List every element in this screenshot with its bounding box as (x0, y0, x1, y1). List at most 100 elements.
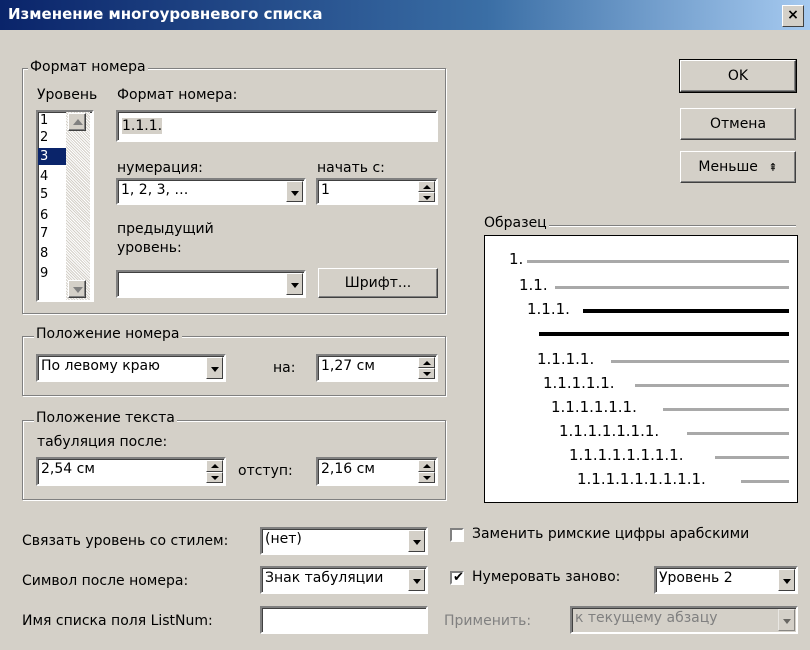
apply-label: Применить: (444, 613, 532, 629)
format-value: 1.1.1. (122, 118, 163, 134)
font-button[interactable]: Шрифт... (318, 268, 438, 298)
number-align-value: По левому краю (41, 358, 160, 374)
apply-dropdown[interactable]: к текущему абзацу (570, 606, 798, 634)
less-button-label: Меньше (698, 159, 758, 175)
preview-label: 1.1.1.1.1. (543, 374, 615, 392)
cancel-button[interactable]: Отмена (680, 108, 796, 140)
preview-line (611, 360, 789, 363)
start-spin-buttons[interactable] (418, 181, 435, 202)
replace-roman-checkbox[interactable] (450, 528, 464, 542)
numbering-label-text: нумерация: (117, 160, 203, 176)
at-label: на: (273, 360, 296, 376)
scroll-down-button[interactable] (68, 280, 86, 298)
preview-label: 1.1.1.1. (537, 350, 595, 368)
start-spinner[interactable]: 1 (316, 178, 438, 205)
close-button[interactable]: × (782, 5, 804, 27)
format-label: Формат номера: (117, 87, 238, 103)
chevron-down-icon[interactable] (286, 181, 303, 202)
preview-label: 1.1.1.1.1.1.1. (559, 422, 660, 440)
chevron-down-icon[interactable] (778, 609, 795, 631)
preview-label: 1.1.1. (527, 300, 570, 318)
spin-down-icon[interactable] (418, 471, 435, 483)
preview-box: 1. 1.1. 1.1.1. 1.1.1.1. 1.1.1.1.1. 1.1.1… (484, 235, 798, 503)
dialog-title: Изменение многоуровневого списка (8, 5, 323, 23)
preview-line-current (583, 309, 789, 313)
spin-down-icon[interactable] (418, 191, 435, 202)
at-spin-buttons[interactable] (418, 357, 435, 379)
text-position-group-label: Положение текста (34, 410, 177, 426)
chevron-down-icon[interactable] (408, 569, 425, 591)
prev-level-label-1: предыдущий (117, 221, 214, 237)
spin-down-icon[interactable] (418, 368, 435, 379)
chevron-down-icon[interactable] (778, 569, 795, 591)
link-style-dropdown[interactable]: (нет) (260, 527, 428, 555)
indent-value: 2,16 см (321, 461, 375, 477)
replace-roman-label: Заменить римские цифры арабскими (472, 526, 750, 542)
preview-line (715, 456, 789, 459)
preview-label: 1.1. (519, 276, 548, 294)
preview-group-label: Образец (482, 215, 549, 231)
numbering-label: нумерация: (117, 160, 203, 176)
tab-after-label: табуляция после: (37, 434, 168, 450)
preview-line (555, 286, 789, 289)
tab-after-spinner[interactable]: 2,54 см (36, 457, 226, 486)
restart-level-dropdown[interactable]: Уровень 2 (654, 566, 798, 594)
number-align-dropdown[interactable]: По левому краю (36, 354, 226, 382)
checkmark-icon: ✔ (453, 570, 464, 585)
listnum-input[interactable] (260, 606, 428, 634)
preview-line (527, 260, 789, 263)
preview-line (635, 384, 789, 387)
after-number-dropdown[interactable]: Знак табуляции (260, 566, 428, 594)
ok-button[interactable]: OK (679, 59, 797, 93)
preview-label: 1.1.1.1.1.1. (551, 398, 637, 416)
preview-label: 1. (509, 250, 524, 268)
numbering-value: 1, 2, 3, … (121, 182, 189, 198)
format-input[interactable]: 1.1.1. (116, 110, 438, 142)
arrow-up-icon (73, 119, 83, 125)
chevron-down-icon[interactable] (286, 273, 303, 295)
arrow-down-icon (73, 287, 83, 293)
numbering-dropdown[interactable]: 1, 2, 3, … (116, 178, 306, 205)
after-number-value: Знак табуляции (265, 570, 384, 586)
spin-up-icon[interactable] (206, 460, 223, 472)
spin-up-icon[interactable] (418, 181, 435, 192)
number-position-group-label: Положение номера (34, 326, 182, 342)
prev-level-label-2: уровень: (117, 240, 182, 256)
preview-line-current-wrap (539, 332, 789, 336)
chevron-down-icon[interactable] (206, 357, 223, 379)
restart-numbering-checkbox[interactable]: ✔ (450, 570, 464, 585)
spin-down-icon[interactable] (206, 471, 223, 483)
preview-label: 1.1.1.1.1.1.1.1. (569, 446, 684, 464)
double-up-arrow-icon: ⇞ (768, 161, 778, 174)
less-button[interactable]: Меньше ⇞ (680, 151, 796, 183)
scroll-up-button[interactable] (68, 113, 86, 131)
preview-label: 1.1.1.1.1.1.1.1.1. (577, 470, 706, 488)
indent-label: отступ: (238, 463, 293, 479)
prev-level-dropdown[interactable] (116, 270, 306, 298)
tab-after-value: 2,54 см (41, 461, 95, 477)
at-value: 1,27 см (321, 358, 375, 374)
preview-line (741, 480, 789, 483)
tab-after-spin-buttons[interactable] (206, 460, 223, 483)
start-label: начать с: (317, 160, 385, 176)
number-format-group-label: Формат номера (28, 59, 148, 75)
preview-line (687, 432, 789, 435)
indent-spin-buttons[interactable] (418, 460, 435, 483)
chevron-down-icon[interactable] (408, 530, 425, 552)
spin-up-icon[interactable] (418, 357, 435, 368)
listnum-label: Имя списка поля ListNum: (22, 613, 213, 629)
at-spinner[interactable]: 1,27 см (316, 354, 438, 382)
spin-up-icon[interactable] (418, 460, 435, 472)
preview-separator (536, 225, 796, 226)
level-scrollbar[interactable] (66, 112, 90, 300)
start-value: 1 (321, 182, 330, 198)
preview-line (663, 408, 789, 411)
restart-level-value: Уровень 2 (659, 570, 733, 586)
link-style-value: (нет) (265, 531, 302, 547)
restart-label: Нумеровать заново: (472, 569, 621, 585)
link-style-label: Связать уровень со стилем: (22, 533, 229, 549)
level-label: Уровень (37, 87, 98, 103)
level-listbox[interactable]: 1 2 3 4 5 6 7 8 9 (36, 110, 94, 302)
after-number-label: Символ после номера: (22, 573, 189, 589)
indent-spinner[interactable]: 2,16 см (316, 457, 438, 486)
